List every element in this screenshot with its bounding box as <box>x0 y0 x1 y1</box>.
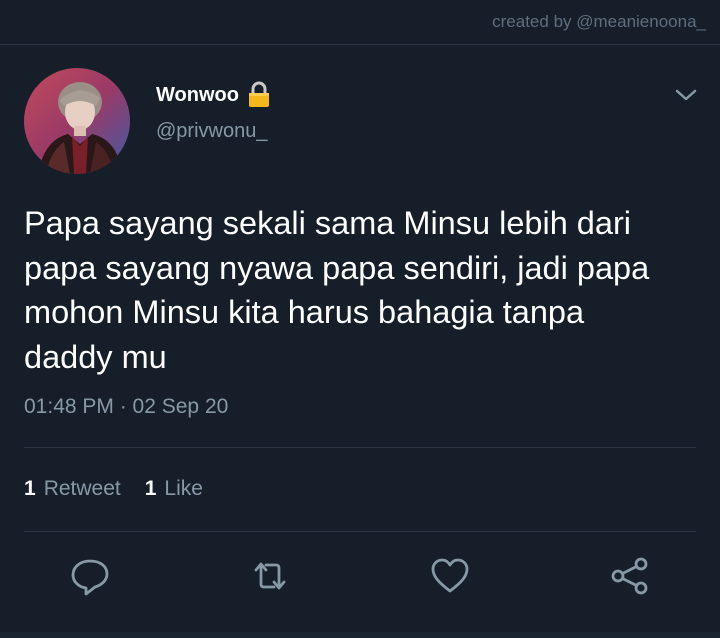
bottom-edge <box>0 632 720 638</box>
retweet-stat[interactable]: 1 Retweet <box>24 477 121 501</box>
name-row: Wonwoo <box>156 80 271 110</box>
credit-text: created by @meanienoona_ <box>492 12 706 31</box>
tweet-timestamp: 01:48 PM · 02 Sep 20 <box>24 395 229 418</box>
retweet-label: Retweet <box>43 477 121 500</box>
tweet-line: mohon Minsu kita harus bahagia tanpa <box>24 294 585 330</box>
tweet-line: Papa sayang sekali sama Minsu lebih dari <box>24 205 631 241</box>
retweet-count: 1 <box>24 477 36 500</box>
lock-icon <box>247 81 271 109</box>
heart-icon[interactable] <box>430 556 470 596</box>
top-bar: created by @meanienoona_ <box>0 0 720 45</box>
user-handle[interactable]: @privwonu_ <box>156 120 267 143</box>
share-icon[interactable] <box>610 556 650 596</box>
tweet-line: papa sayang nyawa papa sendiri, jadi pap… <box>24 249 650 286</box>
display-name[interactable]: Wonwoo <box>156 84 239 107</box>
tweet-line: daddy mu <box>24 338 167 375</box>
tweet-text: Papa sayang sekali sama Minsu lebih dari… <box>24 201 704 379</box>
like-stat[interactable]: 1 Like <box>145 477 203 501</box>
avatar[interactable] <box>24 68 130 174</box>
like-label: Like <box>164 477 203 500</box>
divider <box>24 447 696 448</box>
like-count: 1 <box>144 477 157 500</box>
reply-icon[interactable] <box>70 556 110 596</box>
retweet-icon[interactable] <box>250 556 290 596</box>
divider <box>24 531 696 532</box>
chevron-down-icon[interactable] <box>674 86 698 104</box>
tweet-stats: 1 Retweet 1 Like <box>24 477 227 501</box>
